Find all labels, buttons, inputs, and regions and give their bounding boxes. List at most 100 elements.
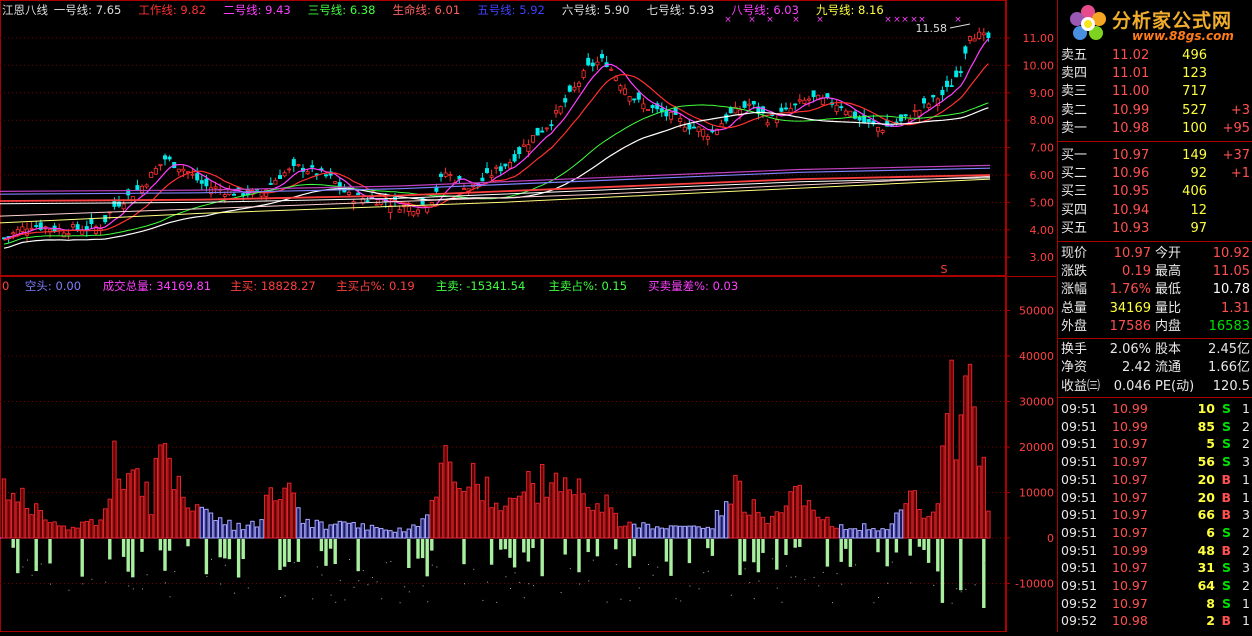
tick-row[interactable]: 09:51 10.97 20 B 1: [1058, 489, 1252, 506]
volume-dot: [974, 584, 976, 586]
sell-volume-bar: [241, 539, 245, 559]
buy-volume-bar: [609, 507, 614, 539]
candle-body: [558, 106, 563, 114]
volume-dot: [211, 558, 212, 560]
buy-volume-bar: [208, 512, 214, 539]
volume-dot: [560, 592, 562, 594]
volume-tick-label: 0: [1047, 532, 1054, 545]
volume-dot: [349, 559, 350, 561]
sell-volume-bar: [425, 539, 429, 577]
buy-volume-bar: [218, 517, 223, 539]
buy-volume-bar: [714, 509, 720, 539]
buy-volume-bar: [802, 505, 807, 539]
tick-row[interactable]: 09:51 10.97 20 B 1: [1058, 471, 1252, 488]
volume-tick-label: 10000: [1019, 487, 1054, 500]
buy-volume-bar: [517, 495, 522, 539]
buy-volume-bar: [52, 521, 57, 539]
candle-body: [563, 98, 568, 103]
tick-row[interactable]: 09:51 10.97 31 S 3: [1058, 559, 1252, 576]
sell-volume-bar: [586, 539, 590, 553]
volume-dot: [523, 597, 525, 599]
site-logo[interactable]: 分析家公式网 www.88gs.com: [1058, 0, 1252, 48]
sell-volume-bar: [793, 539, 797, 548]
tick-row[interactable]: 09:51 10.99 10 S 1: [1058, 400, 1252, 417]
candle-body: [866, 119, 871, 123]
sell-volume-bar: [503, 539, 508, 550]
quote-value: 0.19: [1122, 264, 1151, 280]
tick-row[interactable]: 09:51 10.97 66 B 3: [1058, 506, 1252, 523]
bid-price: 10.96: [1112, 166, 1150, 182]
candle-body: [512, 154, 517, 162]
tick-row[interactable]: 09:51 10.97 56 S 3: [1058, 453, 1252, 470]
sell-volume-bar: [204, 539, 209, 575]
volume-dot: [68, 589, 70, 591]
buy-volume-bar: [963, 375, 968, 539]
volume-dot: [569, 568, 571, 570]
ask-price: 11.00: [1112, 84, 1150, 100]
price-pane-border: [0, 0, 1006, 276]
tick-volume: 10: [1197, 401, 1215, 416]
volume-dot: [873, 602, 875, 604]
sell-volume-bar: [121, 539, 126, 557]
volume-dot: [82, 583, 84, 585]
buy-volume-bar: [498, 510, 504, 539]
buy-volume-bar: [848, 528, 853, 539]
candle-body: [669, 112, 674, 120]
sell-volume-bar: [126, 539, 130, 572]
buy-volume-bar: [222, 524, 228, 539]
tick-row[interactable]: 09:52 10.98 2 B 1: [1058, 612, 1252, 629]
legend-item: 生命线: 6.01: [393, 3, 461, 17]
volume-dot: [519, 582, 521, 584]
buy-volume-bar: [705, 526, 710, 539]
quote-label: 内盘: [1155, 318, 1182, 334]
candle-body: [609, 68, 614, 71]
candle-body: [765, 122, 770, 126]
buy-volume-bar: [300, 522, 306, 539]
volume-chart[interactable]: 0 空头: 0.00 成交总量: 34169.81 主买: 18828.27 主买占%:…: [0, 276, 1032, 632]
price-chart[interactable]: × × × × × × × × × × ×11.58S江恩八线 一号线: 7.65 工作线: 9.82 二…: [0, 0, 1006, 276]
sell-volume-bar: [508, 539, 512, 558]
sell-volume-bar: [407, 539, 411, 568]
candle-body: [20, 226, 25, 232]
bid-volume: 12: [1190, 202, 1207, 218]
candle-body: [121, 203, 126, 210]
candle-body: [678, 118, 683, 122]
buy-volume-bar: [747, 514, 752, 539]
legend-item: 空头: 0.00: [25, 279, 81, 293]
fundamental-row: 净资 2.42 流通 1.66亿: [1058, 359, 1252, 377]
volume-dot: [372, 577, 373, 579]
tick-row[interactable]: 09:51 10.97 64 S 2: [1058, 577, 1252, 594]
sell-volume-bar: [577, 539, 581, 573]
volume-dot: [675, 598, 677, 600]
sell-volume-bar: [223, 539, 227, 559]
buy-volume-bar: [535, 502, 540, 539]
buy-volume-bar: [1, 478, 7, 539]
volume-chart-pane[interactable]: 0 空头: 0.00 成交总量: 34169.81 主买: 18828.27 主买占%:…: [0, 276, 1032, 632]
tick-row[interactable]: 09:51 10.99 48 B 2: [1058, 542, 1252, 559]
buy-volume-bar: [356, 527, 361, 539]
tick-row[interactable]: 09:51 10.97 5 S 2: [1058, 435, 1252, 452]
candle-body: [139, 185, 144, 193]
buy-volume-bar: [659, 527, 664, 539]
tick-count: 1: [1242, 595, 1250, 611]
candle-body: [195, 173, 200, 181]
candle-body: [590, 62, 595, 67]
tick-time: 09:51: [1061, 507, 1098, 523]
buy-volume-bar: [231, 529, 237, 539]
buy-volume-bar: [618, 526, 623, 539]
sell-volume-bar: [563, 539, 567, 555]
price-chart-pane[interactable]: × × × × × × × × × × × 11.58 S 江恩八线 一号线: 7.65 工作线: 9.82 二…: [0, 0, 1006, 276]
candle-body: [696, 126, 701, 133]
buy-volume-bar: [360, 523, 366, 539]
buy-volume-bar: [627, 521, 632, 539]
tick-price: 10.97: [1112, 489, 1148, 505]
tick-row[interactable]: 09:51 10.99 85 S 2: [1058, 418, 1252, 435]
sell-volume-bar: [108, 539, 112, 560]
tick-row[interactable]: 09:52 10.97 8 S 1: [1058, 595, 1252, 612]
tick-row[interactable]: 09:51 10.97 6 S 2: [1058, 524, 1252, 541]
quote-label: 涨幅: [1061, 282, 1088, 298]
bid-label: 买一: [1061, 148, 1088, 163]
buy-volume-bar: [604, 494, 609, 539]
buy-volume-bar: [540, 463, 545, 539]
stock-terminal: × × × × × × × × × × × 11.58 S 江恩八线 一号线: 7.65 工作线: 9.82 二…: [0, 0, 1252, 632]
